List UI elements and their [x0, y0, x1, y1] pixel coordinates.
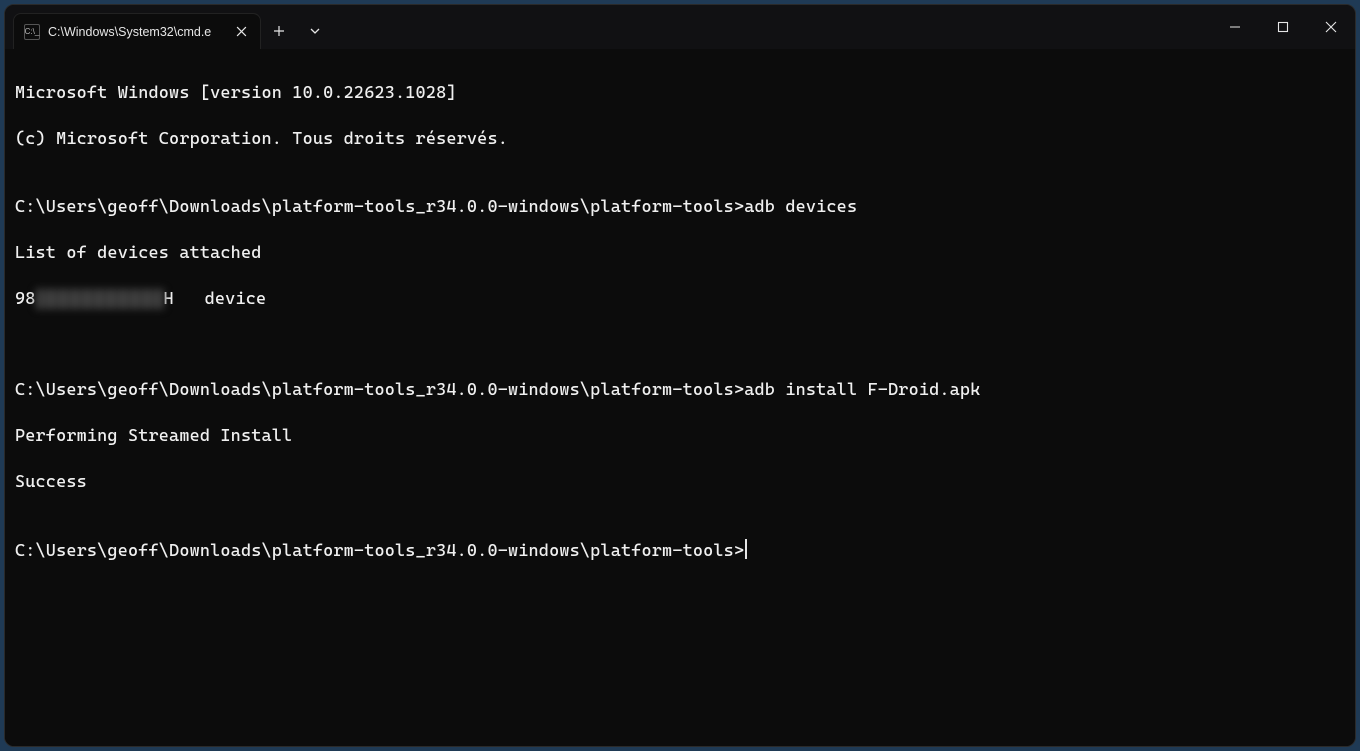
tab-title: C:\Windows\System32\cmd.e — [48, 25, 224, 39]
device-id-prefix: 98 — [15, 288, 36, 311]
output-line: Success — [15, 471, 1349, 494]
close-tab-button[interactable] — [232, 23, 250, 41]
prompt-path: C:\Users\geoff\Downloads\platform-tools_… — [15, 197, 744, 217]
close-window-button[interactable] — [1307, 5, 1355, 49]
prompt-path: C:\Users\geoff\Downloads\platform-tools_… — [15, 380, 744, 400]
output-line: Performing Streamed Install — [15, 425, 1349, 448]
terminal-output[interactable]: Microsoft Windows [version 10.0.22623.10… — [5, 49, 1355, 746]
cursor — [745, 539, 746, 559]
command-text: adb devices — [744, 197, 857, 217]
output-line: Microsoft Windows [version 10.0.22623.10… — [15, 82, 1349, 105]
maximize-button[interactable] — [1259, 5, 1307, 49]
minimize-button[interactable] — [1211, 5, 1259, 49]
cmd-icon: C:\_ — [24, 24, 40, 40]
title-bar: C:\_ C:\Windows\System32\cmd.e — [5, 5, 1355, 49]
command-text: adb install F-Droid.apk — [744, 380, 980, 400]
output-line: (c) Microsoft Corporation. Tous droits r… — [15, 128, 1349, 151]
prompt-line: C:\Users\geoff\Downloads\platform-tools_… — [15, 539, 1349, 563]
new-tab-button[interactable] — [261, 13, 297, 49]
tab-cmd[interactable]: C:\_ C:\Windows\System32\cmd.e — [13, 13, 261, 49]
window-controls — [1211, 5, 1355, 49]
tab-strip: C:\_ C:\Windows\System32\cmd.e — [5, 5, 333, 49]
terminal-window: C:\_ C:\Windows\System32\cmd.e — [4, 4, 1356, 747]
tab-dropdown-button[interactable] — [297, 13, 333, 49]
output-line: List of devices attached — [15, 242, 1349, 265]
device-line: 98 H device — [15, 288, 1349, 311]
device-status: H device — [164, 288, 267, 311]
device-id-redacted — [36, 289, 164, 309]
command-line: C:\Users\geoff\Downloads\platform-tools_… — [15, 379, 1349, 402]
command-line: C:\Users\geoff\Downloads\platform-tools_… — [15, 196, 1349, 219]
prompt-path: C:\Users\geoff\Downloads\platform-tools_… — [15, 541, 744, 561]
titlebar-drag-area[interactable] — [333, 5, 1211, 49]
